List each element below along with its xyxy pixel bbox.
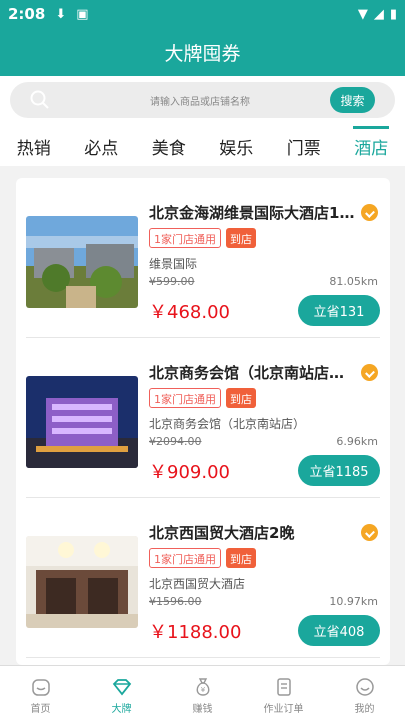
list-item[interactable]: 北京西国贸大酒店2晚 1家门店通用 到店 北京西国贸大酒店 ¥1596.00 1… [16,498,390,658]
verified-badge-icon [361,364,378,381]
tabbar-label: 大牌 [111,704,132,715]
tabbar-label: 赚钱 [192,704,213,715]
distance: 81.05km [329,275,378,288]
store-scope-tag: 1家门店通用 [149,548,221,568]
original-price: ¥599.00 [149,275,195,288]
save-button[interactable]: 立省131 [298,295,380,326]
home-icon [31,679,50,696]
tabbar-label: 首页 [30,704,51,715]
in-store-tag: 到店 [226,548,256,568]
store-scope-tag: 1家门店通用 [149,228,221,248]
in-store-tag: 到店 [226,388,256,408]
distance: 6.96km [336,435,378,448]
divider [26,657,380,658]
verified-badge-icon [361,204,378,221]
tab-hotel[interactable]: 酒店 [338,126,405,166]
tabbar-mine[interactable]: 我的 [324,666,405,721]
download-icon: ⬇ [55,6,67,22]
tabbar-earn[interactable]: ¥ 赚钱 [162,666,243,721]
search-button[interactable]: 搜索 [330,87,375,113]
current-price: ￥909.00 [149,462,230,483]
hotel-thumbnail [26,216,138,308]
current-price: ￥468.00 [149,302,230,323]
bottom-tab-bar: 首页 大牌 ¥ 赚钱 作业订单 我的 [0,665,405,721]
list-item[interactable]: 北京金海湖维景国际大酒店1… 1家门店通用 到店 维景国际 ¥599.00 81… [16,178,390,338]
product-list: 北京金海湖维景国际大酒店1… 1家门店通用 到店 维景国际 ¥599.00 81… [16,178,390,665]
store-name: 维景国际 [149,257,198,271]
store-name: 北京西国贸大酒店 [149,577,246,591]
list-item[interactable]: 北京商务会馆（北京南站店… 1家门店通用 到店 北京商务会馆（北京南站店） ¥2… [16,338,390,498]
store-name: 北京商务会馆（北京南站店） [149,417,306,431]
profile-face-icon [355,678,374,696]
search-input[interactable]: 请输入商品或店铺名称 搜索 [10,82,395,118]
hotel-thumbnail [26,536,138,628]
category-tabs: 热销 必点 美食 娱乐 门票 酒店 [0,126,405,166]
tab-tickets[interactable]: 门票 [270,126,338,166]
current-price: ￥1188.00 [149,622,242,643]
page-header: 大牌囤券 [0,28,405,76]
search-icon [30,90,49,109]
svg-text:¥: ¥ [200,686,205,694]
distance: 10.97km [329,595,378,608]
tab-hot[interactable]: 热销 [0,126,68,166]
tabbar-label: 作业订单 [263,704,304,715]
verified-badge-icon [361,524,378,541]
search-placeholder: 请输入商品或店铺名称 [150,97,250,108]
item-title: 北京金海湖维景国际大酒店1… [149,204,355,222]
wifi-icon: ▼ [357,6,368,22]
tabbar-brands[interactable]: 大牌 [81,666,162,721]
tabbar-orders[interactable]: 作业订单 [243,666,324,721]
page-title: 大牌囤券 [164,42,241,65]
original-price: ¥2094.00 [149,435,202,448]
tabbar-home[interactable]: 首页 [0,666,81,721]
tabbar-label: 我的 [354,704,375,715]
money-bag-icon: ¥ [196,678,209,696]
tab-food[interactable]: 美食 [135,126,203,166]
tab-must-order[interactable]: 必点 [68,126,136,166]
status-time: 2:08 [8,5,46,23]
original-price: ¥1596.00 [149,595,202,608]
hotel-thumbnail [26,376,138,468]
signal-icon: ◢ [373,6,384,22]
diamond-icon [112,679,131,696]
search-bar: 请输入商品或店铺名称 搜索 [0,76,405,126]
tab-entertainment[interactable]: 娱乐 [203,126,271,166]
item-title: 北京西国贸大酒店2晚 [149,524,295,542]
notification-a-icon: ▣ [76,6,89,22]
battery-icon: ▮ [389,6,397,22]
save-button[interactable]: 立省1185 [298,455,380,486]
document-icon [276,678,291,696]
save-button[interactable]: 立省408 [298,615,380,646]
in-store-tag: 到店 [226,228,256,248]
store-scope-tag: 1家门店通用 [149,388,221,408]
status-bar: 2:08 ⬇ ▣ ▼ ◢ ▮ [0,0,405,28]
item-title: 北京商务会馆（北京南站店… [149,364,345,382]
